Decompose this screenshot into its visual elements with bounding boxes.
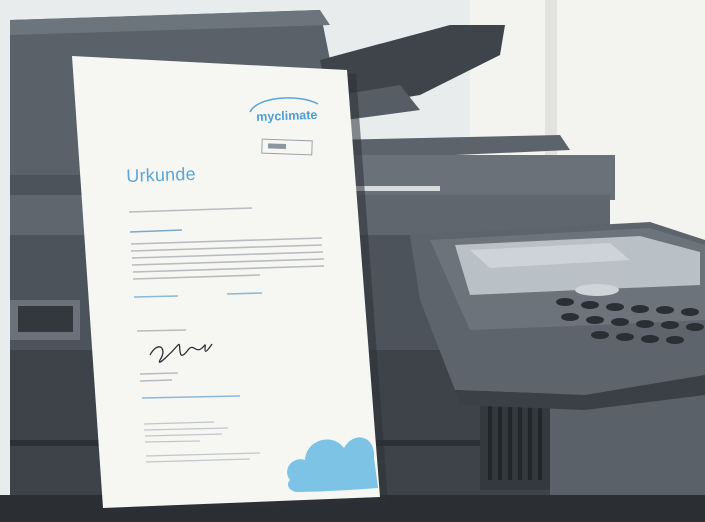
- certificate: [72, 56, 388, 512]
- photo-scene: [0, 0, 705, 522]
- scanner-deck: [330, 155, 615, 200]
- control-panel: [410, 222, 705, 410]
- certificate-paper: [72, 56, 380, 508]
- signature-label-line: [136, 329, 187, 332]
- panel-button-big: [575, 284, 619, 296]
- seal-mark: [267, 143, 287, 149]
- logo-text: myclimate: [256, 107, 318, 124]
- paper-slot-inner: [18, 306, 73, 332]
